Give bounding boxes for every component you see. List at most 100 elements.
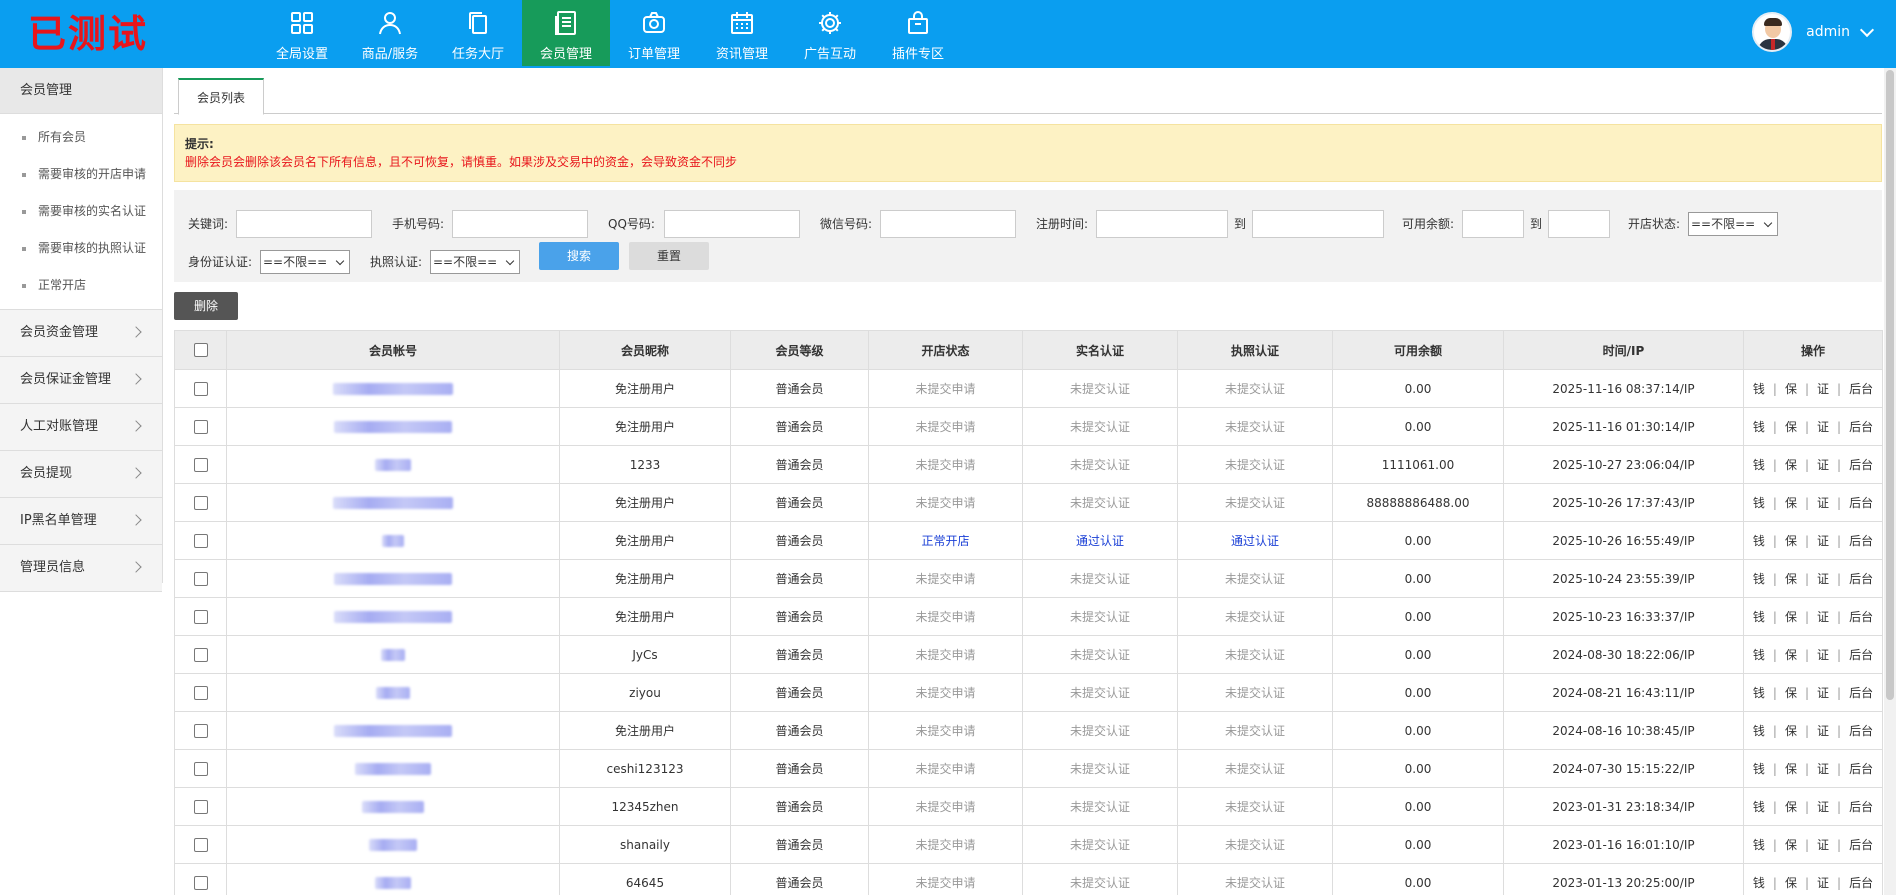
table-row[interactable]: 免注册用户 普通会员 正常开店 通过认证 通过认证 0.00 2025-10-26 16:5… — [174, 521, 1883, 560]
action-link[interactable]: 钱 — [1753, 610, 1765, 624]
table-row[interactable]: 12345zhen 普通会员 未提交申请 未提交认证 未提交认证 0.00 2023-01-… — [174, 787, 1883, 826]
action-link[interactable]: 后台 — [1849, 610, 1873, 624]
action-link[interactable]: 后台 — [1849, 382, 1873, 396]
balance-min-input[interactable] — [1462, 210, 1524, 238]
sidebar-item-0[interactable]: 所有会员 — [0, 119, 162, 156]
reset-button[interactable]: 重置 — [629, 242, 709, 270]
row-checkbox[interactable] — [193, 533, 208, 548]
row-checkbox[interactable] — [193, 799, 208, 814]
action-link[interactable]: 钱 — [1753, 838, 1765, 852]
action-link[interactable]: 保 — [1785, 572, 1797, 586]
table-row[interactable]: 1233 普通会员 未提交申请 未提交认证 未提交认证 1111061.00 2025-10… — [174, 445, 1883, 484]
row-select-cell[interactable] — [174, 597, 227, 636]
action-link[interactable]: 后台 — [1849, 420, 1873, 434]
row-checkbox[interactable] — [193, 609, 208, 624]
scrollbar-thumb[interactable] — [1886, 70, 1894, 700]
table-row[interactable]: ziyou 普通会员 未提交申请 未提交认证 未提交认证 0.00 2024-08-21 1… — [174, 673, 1883, 712]
action-link[interactable]: 证 — [1817, 458, 1829, 472]
row-checkbox[interactable] — [193, 495, 208, 510]
action-link[interactable]: 后台 — [1849, 800, 1873, 814]
row-checkbox[interactable] — [193, 571, 208, 586]
action-link[interactable]: 证 — [1817, 762, 1829, 776]
row-select-cell[interactable] — [174, 559, 227, 598]
action-link[interactable]: 保 — [1785, 876, 1797, 890]
action-link[interactable]: 保 — [1785, 762, 1797, 776]
row-checkbox[interactable] — [193, 685, 208, 700]
shop-status-select[interactable]: ==不限== — [1688, 212, 1778, 236]
row-select-cell[interactable] — [174, 711, 227, 750]
action-link[interactable]: 钱 — [1753, 458, 1765, 472]
sidebar-group-4[interactable]: IP黑名单管理 — [0, 498, 162, 545]
table-row[interactable]: 免注册用户 普通会员 未提交申请 未提交认证 未提交认证 0.00 2025-10-24 2… — [174, 559, 1883, 598]
action-link[interactable]: 后台 — [1849, 458, 1873, 472]
row-checkbox[interactable] — [193, 419, 208, 434]
nav-item-0[interactable]: 全局设置 — [258, 0, 346, 66]
table-row[interactable]: ceshi123123 普通会员 未提交申请 未提交认证 未提交认证 0.00 2024-0… — [174, 749, 1883, 788]
table-row[interactable]: 免注册用户 普通会员 未提交申请 未提交认证 未提交认证 0.00 2025-10-23 1… — [174, 597, 1883, 636]
sidebar-group-1[interactable]: 会员保证金管理 — [0, 357, 162, 404]
phone-input[interactable] — [452, 210, 588, 238]
action-link[interactable]: 后台 — [1849, 648, 1873, 662]
sidebar-item-1[interactable]: 需要审核的开店申请 — [0, 156, 162, 193]
action-link[interactable]: 证 — [1817, 572, 1829, 586]
action-link[interactable]: 钱 — [1753, 572, 1765, 586]
row-select-cell[interactable] — [174, 521, 227, 560]
action-link[interactable]: 后台 — [1849, 534, 1873, 548]
table-row[interactable]: 免注册用户 普通会员 未提交申请 未提交认证 未提交认证 0.00 2025-11-16 0… — [174, 369, 1883, 408]
action-link[interactable]: 保 — [1785, 496, 1797, 510]
sidebar-group-3[interactable]: 会员提现 — [0, 451, 162, 498]
search-button[interactable]: 搜索 — [539, 242, 619, 270]
action-link[interactable]: 钱 — [1753, 800, 1765, 814]
table-row[interactable]: JyCs 普通会员 未提交申请 未提交认证 未提交认证 0.00 2024-08-30 18… — [174, 635, 1883, 674]
keyword-input[interactable] — [236, 210, 372, 238]
row-select-cell[interactable] — [174, 825, 227, 864]
action-link[interactable]: 证 — [1817, 648, 1829, 662]
action-link[interactable]: 后台 — [1849, 496, 1873, 510]
row-checkbox[interactable] — [193, 457, 208, 472]
action-link[interactable]: 钱 — [1753, 724, 1765, 738]
qq-input[interactable] — [664, 210, 800, 238]
action-link[interactable]: 钱 — [1753, 534, 1765, 548]
nav-item-5[interactable]: 资讯管理 — [698, 0, 786, 66]
vertical-scrollbar[interactable] — [1884, 68, 1896, 895]
row-checkbox[interactable] — [193, 381, 208, 396]
row-checkbox[interactable] — [193, 761, 208, 776]
row-checkbox[interactable] — [193, 837, 208, 852]
action-link[interactable]: 证 — [1817, 496, 1829, 510]
sidebar-group-5[interactable]: 管理员信息 — [0, 545, 162, 592]
sidebar-group-0[interactable]: 会员资金管理 — [0, 310, 162, 357]
action-link[interactable]: 证 — [1817, 724, 1829, 738]
nav-item-4[interactable]: 订单管理 — [610, 0, 698, 66]
sidebar-item-2[interactable]: 需要审核的实名认证 — [0, 193, 162, 230]
select-all-checkbox[interactable] — [193, 343, 208, 358]
row-select-cell[interactable] — [174, 369, 227, 408]
row-select-cell[interactable] — [174, 787, 227, 826]
sidebar-group-2[interactable]: 人工对账管理 — [0, 404, 162, 451]
chevron-down-icon[interactable] — [1859, 22, 1875, 38]
action-link[interactable]: 钱 — [1753, 762, 1765, 776]
sidebar-item-3[interactable]: 需要审核的执照认证 — [0, 230, 162, 267]
table-row[interactable]: 64645 普通会员 未提交申请 未提交认证 未提交认证 0.00 2023-01-13 2… — [174, 863, 1883, 895]
action-link[interactable]: 证 — [1817, 838, 1829, 852]
action-link[interactable]: 证 — [1817, 534, 1829, 548]
row-checkbox[interactable] — [193, 647, 208, 662]
row-select-cell[interactable] — [174, 673, 227, 712]
action-link[interactable]: 保 — [1785, 724, 1797, 738]
row-select-cell[interactable] — [174, 635, 227, 674]
action-link[interactable]: 证 — [1817, 610, 1829, 624]
action-link[interactable]: 保 — [1785, 838, 1797, 852]
action-link[interactable]: 后台 — [1849, 724, 1873, 738]
row-select-cell[interactable] — [174, 749, 227, 788]
action-link[interactable]: 保 — [1785, 420, 1797, 434]
balance-max-input[interactable] — [1548, 210, 1610, 238]
action-link[interactable]: 后台 — [1849, 686, 1873, 700]
select-all-cell[interactable] — [174, 330, 227, 370]
action-link[interactable]: 保 — [1785, 534, 1797, 548]
action-link[interactable]: 后台 — [1849, 572, 1873, 586]
regtime-end-input[interactable] — [1252, 210, 1384, 238]
nav-item-7[interactable]: 插件专区 — [874, 0, 962, 66]
action-link[interactable]: 钱 — [1753, 876, 1765, 890]
action-link[interactable]: 保 — [1785, 686, 1797, 700]
delete-button[interactable]: 删除 — [174, 292, 238, 320]
row-select-cell[interactable] — [174, 445, 227, 484]
